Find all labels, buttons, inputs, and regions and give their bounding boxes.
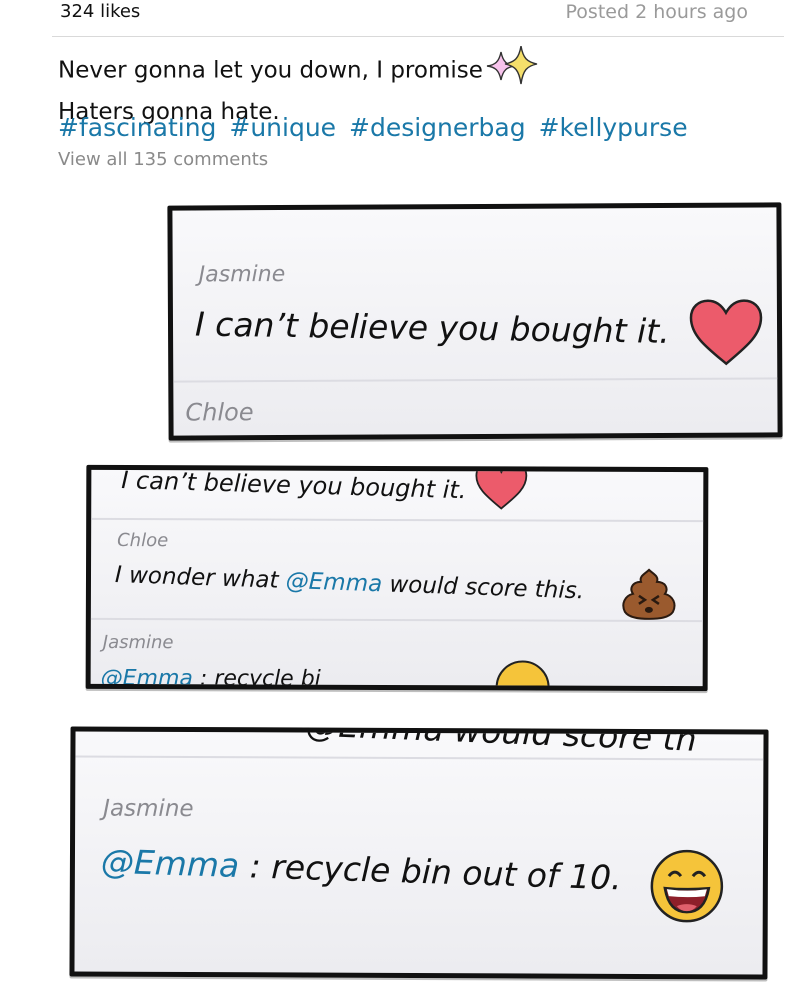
comment-text-partial: I can’t believe you bought it. [120,466,467,505]
poop-emoji-icon [619,566,679,626]
comment-zoom-panel-3: @Emma would score th Jasmine @Emma : rec… [69,726,769,980]
comment-text: I wonder what @Emma would score this. [115,562,585,604]
comment-zoom-panel-1: Jasmine I can’t believe you bought it. C… [167,202,783,441]
hashtag-link[interactable]: #kellypurse [539,113,688,142]
comment-text-part: I wonder what [114,562,287,594]
comment-author[interactable]: Jasmine [103,632,174,653]
hashtag-list: #fascinating #unique #designerbag #kelly… [58,112,693,144]
comment-text-part: : recycle bin out of 10. [238,846,623,898]
comment-text: I can’t believe you bought it. [194,304,670,351]
view-all-comments-link[interactable]: View all 135 comments [58,148,268,172]
grinning-emoji-icon [647,846,727,930]
user-mention-link[interactable]: @Emma [100,842,240,885]
comment-zoom-panel-2: I can’t believe you bought it. Chloe I w… [85,464,709,692]
post-timestamp: Posted 2 hours ago [565,1,748,23]
heart-emoji-icon [473,464,529,516]
hashtag-link[interactable]: #unique [229,113,336,142]
user-mention-link[interactable]: @Emma [285,568,382,597]
divider [91,517,704,523]
sparkles-icon [485,45,539,96]
user-mention-link[interactable]: @Emma [101,666,193,691]
grinning-emoji-icon [495,659,551,692]
divider [52,36,784,37]
hashtag-link[interactable]: #designerbag [349,113,526,142]
comment-author[interactable]: Jasmine [199,262,286,287]
comment-text-part: would score this. [381,571,585,605]
comment-text: @Emma : recycle bin out of 10. [100,842,622,898]
comment-author[interactable]: Chloe [117,530,168,551]
caption-line-1-text: Never gonna let you down, I promise [58,57,483,84]
comment-text-part: : recycle bi [192,666,321,692]
comment-text-partial: @Emma would score th [304,726,698,759]
comment-author[interactable]: Jasmine [103,796,194,822]
comment-text-partial: @Emma : recycle bi [101,666,321,691]
likes-count[interactable]: 324 likes [60,0,140,24]
heart-emoji-icon [687,297,765,371]
caption-line-1: Never gonna let you down, I promise [58,45,539,96]
hashtag-link[interactable]: #fascinating [58,113,216,142]
divider [173,377,778,383]
comment-author[interactable]: Chloe [185,398,253,426]
divider [90,617,703,623]
